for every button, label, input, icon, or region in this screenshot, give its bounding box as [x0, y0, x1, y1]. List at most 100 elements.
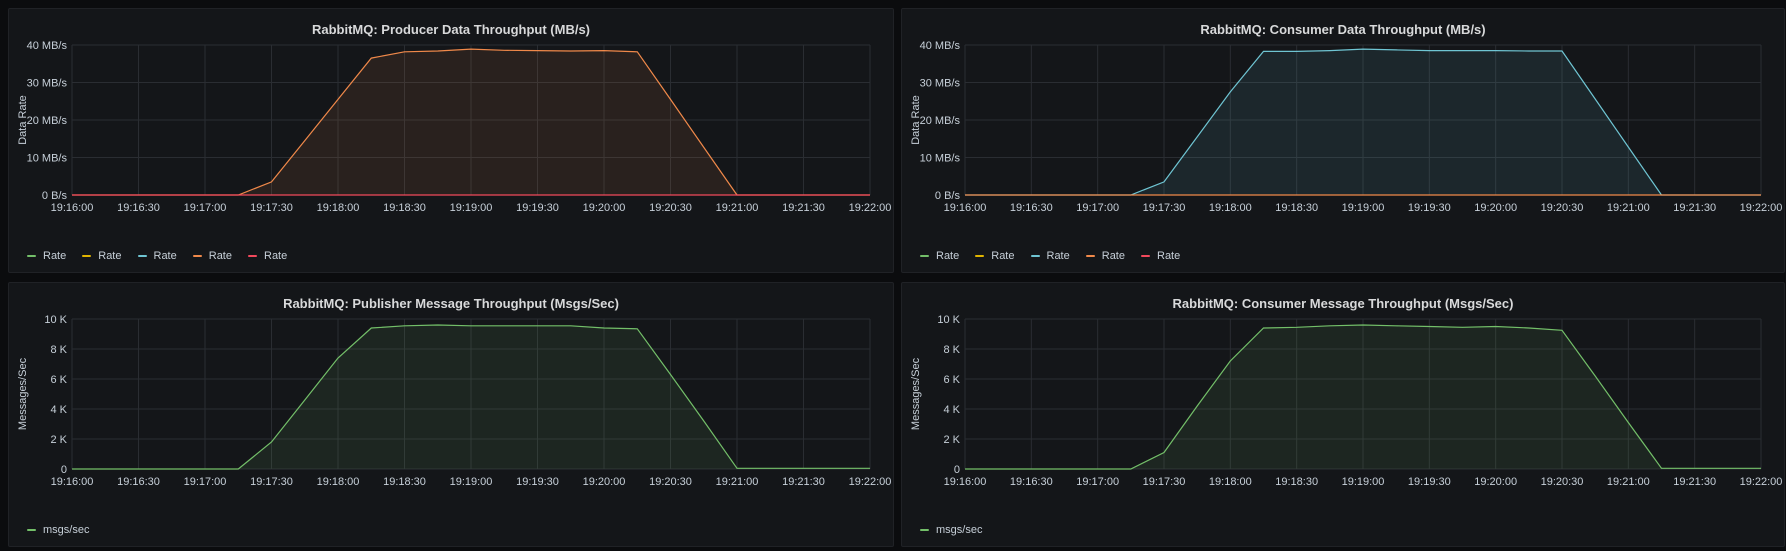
x-tick-label: 19:19:30 [1408, 476, 1451, 488]
legend-item[interactable]: Rate [975, 250, 1015, 262]
legend-swatch [1141, 255, 1150, 257]
x-tick-label: 19:16:30 [1010, 476, 1053, 488]
chart-svg[interactable]: 19:16:00 19:16:30 19:17:00 19:17:30 19:18:00… [902, 9, 1786, 214]
x-tick-label: 19:18:00 [317, 476, 360, 488]
panel-producer-data-throughput: 19:16:00 19:16:30 19:17:00 19:17:30 19:18:00… [8, 8, 894, 273]
y-tick-label: 0 B/s [935, 190, 961, 202]
y-tick-label: 30 MB/s [27, 78, 68, 90]
x-tick-label: 19:21:30 [1673, 202, 1716, 214]
x-tick-label: 19:16:00 [944, 476, 987, 488]
legend-label: Rate [1046, 250, 1070, 262]
x-tick-label: 19:16:00 [51, 202, 94, 214]
panel-title[interactable]: RabbitMQ: Publisher Message Throughput (… [9, 296, 893, 311]
x-tick-label: 19:20:00 [1474, 476, 1517, 488]
panel-title[interactable]: RabbitMQ: Consumer Data Throughput (MB/s… [902, 22, 1784, 37]
panel-title[interactable]: RabbitMQ: Consumer Message Throughput (M… [902, 296, 1784, 311]
x-tick-label: 19:18:30 [383, 202, 426, 214]
legend-item[interactable]: Rate [1141, 250, 1180, 262]
x-tick-label: 19:17:30 [1143, 476, 1186, 488]
legend-item[interactable]: msgs/sec [27, 524, 89, 536]
legend-label: Rate [991, 250, 1015, 262]
x-tick-label: 19:19:00 [1342, 476, 1385, 488]
legend-swatch [192, 255, 202, 257]
y-tick-label: 8 K [943, 344, 960, 356]
y-tick-label: 4 K [943, 404, 960, 416]
x-tick-label: 19:21:30 [1673, 476, 1716, 488]
x-tick-label: 19:20:00 [583, 202, 626, 214]
chart-svg[interactable]: 19:16:00 19:16:30 19:17:00 19:17:30 19:18:00… [9, 9, 895, 214]
y-tick-label: 40 MB/s [920, 40, 961, 52]
legend-label: Rate [208, 250, 232, 262]
panel-publisher-message-throughput: 19:16:00 19:16:30 19:17:00 19:17:30 19:18:00… [8, 282, 894, 547]
x-tick-label: 19:17:00 [184, 202, 227, 214]
panel-consumer-message-throughput: 19:16:00 19:16:30 19:17:00 19:17:30 19:18:00… [901, 282, 1785, 547]
x-tick-label: 19:19:00 [1342, 202, 1385, 214]
legend: msgs/sec [920, 524, 982, 536]
x-tick-label: 19:17:30 [1143, 202, 1186, 214]
y-tick-label: 10 K [44, 314, 67, 326]
legend-swatch [920, 255, 929, 257]
x-tick-label: 19:16:30 [117, 202, 160, 214]
y-tick-label: 4 K [50, 404, 67, 416]
series-area [965, 325, 1761, 469]
y-axis-label: Data Rate [910, 95, 922, 145]
x-tick-label: 19:22:00 [849, 202, 892, 214]
legend-item[interactable]: Rate [1085, 250, 1125, 262]
legend-label: Rate [1101, 250, 1125, 262]
x-tick-label: 19:18:30 [1275, 476, 1318, 488]
x-tick-label: 19:19:00 [450, 202, 493, 214]
y-tick-label: 0 [954, 464, 960, 476]
panel-title[interactable]: RabbitMQ: Producer Data Throughput (MB/s… [9, 22, 893, 37]
x-tick-label: 19:18:30 [1275, 202, 1318, 214]
legend-label: msgs/sec [936, 524, 983, 536]
x-tick-label: 19:18:00 [317, 202, 360, 214]
y-tick-label: 10 MB/s [920, 153, 961, 165]
legend-item[interactable]: Rate [82, 250, 122, 262]
chart-svg[interactable]: 19:16:00 19:16:30 19:17:00 19:17:30 19:18:00… [902, 283, 1786, 488]
legend-item[interactable]: msgs/sec [920, 524, 982, 536]
x-tick-label: 19:21:30 [782, 202, 825, 214]
legend-item[interactable]: Rate [27, 250, 66, 262]
x-tick-label: 19:18:00 [1209, 202, 1252, 214]
x-tick-label: 19:20:30 [649, 476, 692, 488]
legend-label: Rate [43, 250, 67, 262]
series-area [72, 49, 870, 195]
x-tick-label: 19:19:30 [1408, 202, 1451, 214]
x-tick-label: 19:20:30 [1541, 202, 1584, 214]
y-tick-label: 2 K [50, 434, 67, 446]
y-tick-label: 20 MB/s [27, 115, 68, 127]
y-tick-label: 6 K [943, 374, 960, 386]
legend-item[interactable]: Rate [192, 250, 232, 262]
x-tick-label: 19:17:30 [250, 476, 293, 488]
legend: msgs/sec [27, 524, 89, 536]
y-tick-label: 10 K [937, 314, 960, 326]
legend: Rate Rate Rate Rate Rate [27, 250, 287, 262]
legend-item[interactable]: Rate [137, 250, 177, 262]
y-tick-label: 20 MB/s [920, 115, 961, 127]
series-area [965, 49, 1761, 195]
y-tick-label: 10 MB/s [27, 153, 68, 165]
x-tick-label: 19:16:00 [51, 476, 94, 488]
legend-swatch [975, 255, 985, 257]
legend-item[interactable]: Rate [1030, 250, 1070, 262]
x-tick-label: 19:22:00 [1740, 476, 1783, 488]
x-tick-label: 19:16:30 [117, 476, 160, 488]
x-tick-label: 19:21:00 [716, 202, 759, 214]
legend-swatch [27, 529, 36, 531]
x-tick-label: 19:20:30 [649, 202, 692, 214]
y-tick-label: 0 [61, 464, 67, 476]
legend-label: msgs/sec [43, 524, 90, 536]
y-tick-label: 40 MB/s [27, 40, 68, 52]
x-tick-label: 19:17:00 [184, 476, 227, 488]
x-tick-label: 19:21:30 [782, 476, 825, 488]
chart-svg[interactable]: 19:16:00 19:16:30 19:17:00 19:17:30 19:18:00… [9, 283, 895, 488]
legend-item[interactable]: Rate [248, 250, 287, 262]
legend-item[interactable]: Rate [920, 250, 959, 262]
legend-label: Rate [1157, 250, 1181, 262]
y-axis-label: Messages/Sec [17, 357, 29, 430]
y-tick-label: 2 K [943, 434, 960, 446]
legend-swatch [137, 255, 147, 257]
x-tick-label: 19:16:00 [944, 202, 987, 214]
x-tick-label: 19:21:00 [1607, 476, 1650, 488]
legend-swatch [1085, 255, 1095, 257]
